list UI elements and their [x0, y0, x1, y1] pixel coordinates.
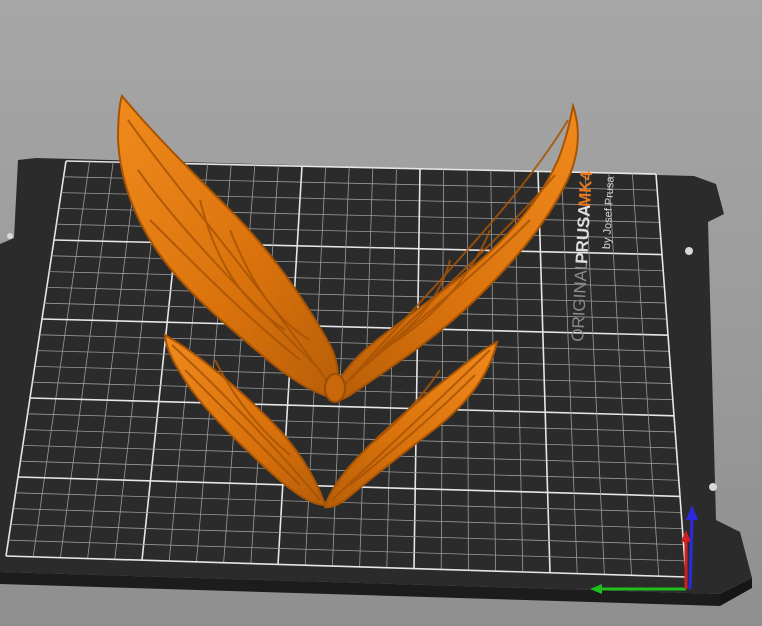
bed-hole	[685, 247, 693, 255]
bed-hole	[709, 483, 717, 491]
bed-hole	[7, 233, 13, 239]
print-bed[interactable]	[0, 158, 752, 606]
logo-brand: PRUSA	[572, 204, 594, 264]
logo-model: MK4	[575, 170, 596, 207]
z-axis	[688, 517, 694, 590]
upper-wing-body	[324, 373, 346, 403]
3d-viewport[interactable]: ORIGINAL PRUSA MK4 by Josef Prusa	[0, 0, 762, 626]
scene-canvas[interactable]: ORIGINAL PRUSA MK4 by Josef Prusa	[0, 0, 762, 626]
